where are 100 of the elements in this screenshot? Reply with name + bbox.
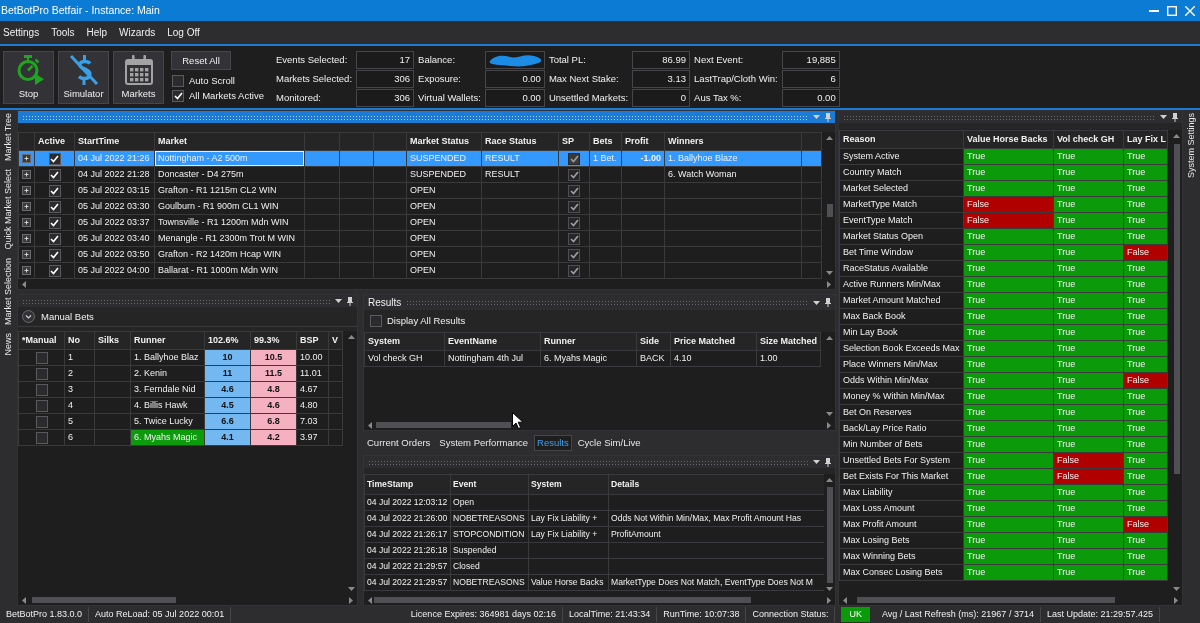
table-row[interactable]: 05 Jul 2022 03:37 Townsville - R1 1200m Mdn WIN OPEN [18,214,822,231]
checkbox[interactable] [35,367,48,380]
arrow-left-icon[interactable] [22,596,26,604]
expand-icon[interactable] [22,250,31,260]
arrow-right-icon[interactable] [827,421,831,429]
pin-icon[interactable] [347,296,353,306]
expand-icon[interactable] [22,202,31,212]
checkbox[interactable] [172,89,184,102]
checkbox[interactable] [35,351,48,364]
checkbox[interactable] [568,200,580,213]
checkbox[interactable] [48,200,61,213]
menu-item[interactable]: Settings [3,26,40,39]
scrollbar-thumb[interactable] [826,487,833,583]
tab[interactable]: Current Orders [364,435,434,451]
horizontal-scrollbar[interactable] [364,420,835,430]
checkbox-label[interactable]: Display All Results [387,315,466,327]
checkbox[interactable] [568,184,580,197]
dropdown-arrow-icon[interactable] [335,299,342,303]
table-row[interactable]: 05 Jul 2022 03:50 Grafton - R2 1420m Hcap WIN OPEN [18,246,822,263]
dropdown-arrow-icon[interactable] [813,460,820,464]
checkbox[interactable] [568,152,580,165]
arrow-down-icon[interactable] [826,587,833,591]
checkbox[interactable] [35,415,48,428]
arrow-down-icon[interactable] [826,271,833,275]
scrollbar-thumb[interactable] [857,597,1115,603]
arrow-up-icon[interactable] [826,136,833,140]
dropdown-arrow-icon[interactable] [813,300,820,305]
vertical-scrollbar[interactable] [1171,130,1182,595]
table-row[interactable]: 05 Jul 2022 04:00 Ballarat - R1 1000m Mdn WIN OPEN [18,262,822,279]
table-row[interactable]: 05 Jul 2022 03:30 Goulburn - R1 900m CL1 WIN OPEN [18,198,822,215]
vertical-scrollbar[interactable] [824,474,835,595]
arrow-left-icon[interactable] [22,280,26,288]
checkbox[interactable] [568,232,580,245]
arrow-left-icon[interactable] [368,596,372,604]
checkbox[interactable] [48,216,61,229]
arrow-right-icon[interactable] [1174,596,1178,604]
checkbox[interactable] [568,248,580,261]
expand-icon[interactable] [22,186,31,196]
checkbox[interactable] [48,152,61,165]
checkbox[interactable] [568,168,580,181]
checkbox[interactable] [48,184,61,197]
expand-icon[interactable] [22,218,31,228]
arrow-up-icon[interactable] [826,336,833,340]
arrow-right-icon[interactable] [827,596,831,604]
scrollbar-thumb[interactable] [826,204,833,217]
side-tab[interactable]: Market Selection [2,257,14,325]
checkbox[interactable] [48,248,61,261]
checkbox[interactable] [35,431,48,444]
menu-item[interactable]: Wizards [119,26,156,39]
maximize-icon[interactable] [1167,5,1177,16]
checkbox[interactable] [172,74,184,87]
minimize-icon[interactable] [1149,9,1159,12]
checkbox[interactable] [568,264,580,277]
arrow-left-icon[interactable] [843,596,847,604]
close-icon[interactable] [1185,5,1195,16]
horizontal-scrollbar[interactable] [18,595,357,605]
scrollbar-thumb[interactable] [376,422,511,428]
arrow-up-icon[interactable] [826,478,833,482]
side-tab[interactable]: News [2,332,14,356]
checkbox-label[interactable]: All Markets Active [189,89,264,102]
horizontal-scrollbar[interactable] [839,595,1182,605]
reset-all-button[interactable]: Reset All [171,51,231,70]
checkbox[interactable] [48,232,61,245]
dropdown-arrow-icon[interactable] [1160,115,1167,119]
expand-icon[interactable] [22,170,31,180]
table-row[interactable]: 05 Jul 2022 03:40 Menangle - R1 2300m Trot M WIN OPEN [18,230,822,247]
tab[interactable]: Cycle Sim/Live [574,435,644,451]
arrow-down-icon[interactable] [1173,587,1180,591]
side-tab[interactable]: Market Tree [2,113,14,161]
menu-item[interactable]: Log Off [167,26,200,39]
tab[interactable]: Results [534,435,572,451]
scrollbar-thumb[interactable] [32,597,176,603]
simulator-button[interactable]: Simulator [58,51,109,104]
table-row[interactable]: 05 Jul 2022 03:15 Grafton - R1 1215m CL2 WIN OPEN [18,182,822,199]
stop-button[interactable]: Stop [3,51,54,104]
vertical-scrollbar[interactable] [824,132,835,279]
pin-icon[interactable] [825,457,831,467]
checkbox[interactable] [568,216,580,229]
checkbox[interactable] [35,383,48,396]
checkbox[interactable] [35,399,48,412]
checkbox[interactable] [48,168,61,181]
side-tab[interactable]: Quick Market Select [2,169,14,250]
side-tab[interactable]: System Settings [1186,113,1197,179]
arrow-right-icon[interactable] [349,596,353,604]
arrow-down-icon[interactable] [348,587,355,591]
horizontal-scrollbar[interactable] [364,595,835,605]
checkbox-label[interactable]: Auto Scroll [189,74,235,87]
checkbox[interactable] [370,315,382,327]
pin-icon[interactable] [1172,112,1178,122]
arrow-right-icon[interactable] [827,280,831,288]
expand-icon[interactable] [22,266,31,276]
expand-icon[interactable] [22,234,31,244]
arrow-left-icon[interactable] [368,421,372,429]
menu-item[interactable]: Tools [51,26,75,39]
scrollbar-thumb[interactable] [374,597,751,603]
scrollbar-thumb[interactable] [1173,144,1180,474]
checkbox[interactable] [48,264,61,277]
table-row[interactable]: 04 Jul 2022 21:28 Doncaster - D4 275m SUSPENDED RESULT 6. Watch Woman [18,166,822,183]
arrow-down-icon[interactable] [826,412,833,416]
menu-item[interactable]: Help [86,26,108,39]
